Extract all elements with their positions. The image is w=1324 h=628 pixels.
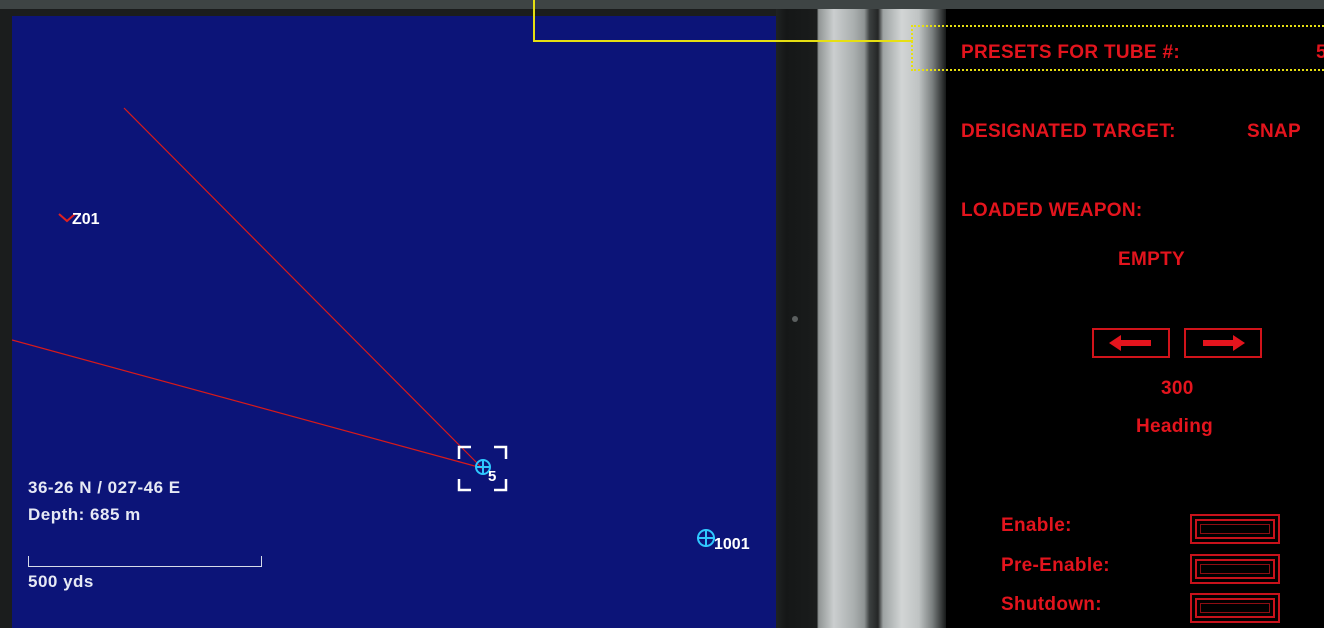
- friendly-contact-icon[interactable]: [697, 529, 715, 547]
- designated-target-value: SNAP: [1247, 121, 1301, 142]
- contact-label-1001: 1001: [714, 536, 750, 553]
- loaded-weapon-value: EMPTY: [1118, 249, 1185, 270]
- contact-label-5: 5: [488, 468, 497, 485]
- callout-line-horizontal: [533, 40, 913, 42]
- callout-highlight-box: [911, 25, 1324, 71]
- scale-label: 500 yds: [28, 572, 94, 591]
- depth-readout: Depth: 685 m: [28, 505, 141, 524]
- heading-label: Heading: [1136, 416, 1214, 437]
- scale-bar: [28, 556, 262, 567]
- pre-enable-button[interactable]: [1190, 554, 1280, 584]
- shutdown-label: Shutdown:: [1001, 594, 1102, 615]
- designated-target-label: DESIGNATED TARGET:: [961, 121, 1176, 142]
- bearing-line-1: [123, 107, 483, 469]
- heading-decrease-button[interactable]: [1092, 328, 1170, 358]
- bearing-line-2: [12, 339, 483, 469]
- window-top-bar: [0, 0, 1324, 9]
- heading-increase-button[interactable]: [1184, 328, 1262, 358]
- enable-button[interactable]: [1190, 514, 1280, 544]
- callout-line-vertical: [533, 0, 535, 42]
- map-overlay: [12, 107, 715, 547]
- arrow-left-icon: [1109, 335, 1151, 351]
- enable-label: Enable:: [1001, 515, 1072, 536]
- tactical-map[interactable]: Z01 5 1001 36-26 N / 027-46 E Depth: 685…: [12, 16, 776, 628]
- shutdown-button[interactable]: [1190, 593, 1280, 623]
- heading-value: 300: [1161, 378, 1194, 399]
- position-readout: 36-26 N / 027-46 E: [28, 478, 181, 497]
- screw-icon: [792, 316, 798, 322]
- arrow-right-icon: [1203, 335, 1245, 351]
- pre-enable-label: Pre-Enable:: [1001, 555, 1110, 576]
- metal-bezel: [776, 9, 946, 628]
- loaded-weapon-label: LOADED WEAPON:: [961, 200, 1143, 221]
- contact-label-z01: Z01: [72, 211, 100, 228]
